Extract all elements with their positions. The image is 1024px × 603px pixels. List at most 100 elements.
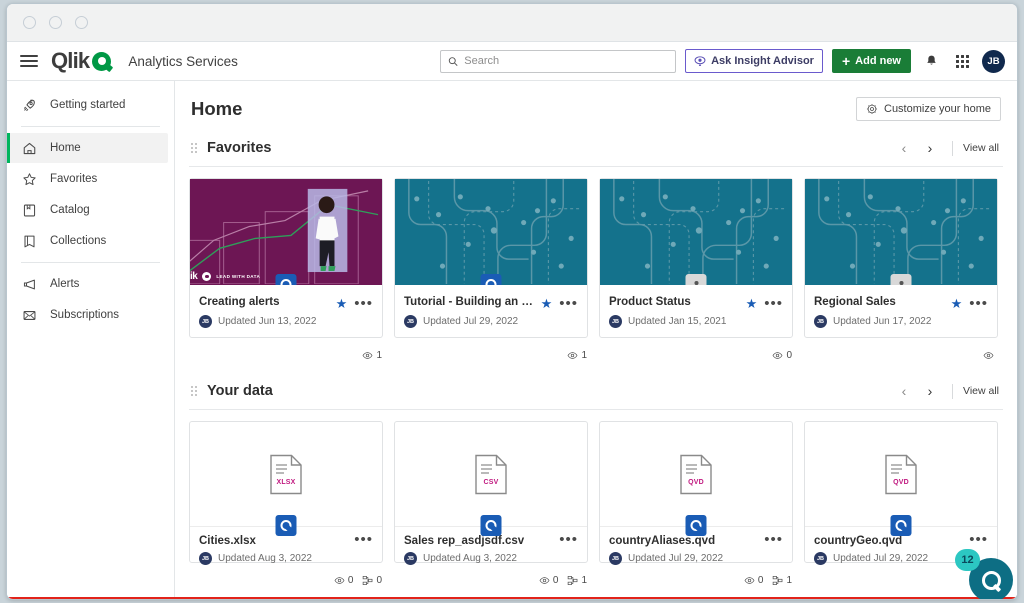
view-all-link[interactable]: View all — [963, 385, 1001, 397]
carousel-prev-button[interactable]: ‹ — [892, 137, 916, 159]
catalog-icon — [21, 202, 37, 218]
card-sales-rep-csv[interactable]: CSV Sales rep_asdjsdf.csv ••• JB Updated… — [394, 421, 588, 586]
sidebar-item-label: Alerts — [50, 278, 80, 290]
card-more-menu-button[interactable]: ••• — [559, 532, 578, 547]
customize-home-button[interactable]: Customize your home — [856, 97, 1001, 121]
card-footer-stats: 0 1 — [744, 575, 792, 586]
help-widget-button[interactable]: 12 — [955, 549, 1013, 599]
sidebar-item-collections[interactable]: Collections — [7, 226, 168, 256]
views-count: 0 — [757, 575, 764, 586]
bell-icon[interactable] — [920, 50, 942, 72]
page-header: Home Customize your home — [189, 81, 1003, 131]
sidebar-item-catalog[interactable]: Catalog — [7, 195, 168, 225]
owner-avatar: JB — [609, 315, 622, 328]
ask-insight-advisor-label: Ask Insight Advisor — [711, 55, 814, 67]
sidebar-item-favorites[interactable]: Favorites — [7, 164, 168, 194]
card-meta: Tutorial - Building an analytics … ★ •••… — [395, 285, 587, 337]
favorite-star-icon[interactable]: ★ — [746, 297, 758, 310]
eye-icon — [744, 577, 755, 584]
watermark-logo-text: ik — [190, 271, 198, 282]
add-new-label: Add new — [855, 55, 901, 67]
card-creating-alerts[interactable]: ik LEAD WITH DATA Creating alerts ★ ••• … — [189, 178, 383, 361]
card-more-menu-button[interactable]: ••• — [969, 532, 988, 547]
carousel-prev-button[interactable]: ‹ — [892, 380, 916, 402]
megaphone-icon — [21, 276, 37, 292]
window-maximize-button[interactable] — [75, 16, 88, 29]
card-regional-sales[interactable]: Regional Sales ★ ••• JB Updated Jun 17, … — [804, 178, 998, 359]
sidebar-item-label: Favorites — [50, 173, 98, 185]
section-controls: ‹ › View all — [892, 380, 1001, 402]
card-updated-date: Updated Jan 15, 2021 — [628, 316, 727, 327]
carousel-next-button[interactable]: › — [918, 137, 942, 159]
gear-icon — [866, 103, 878, 115]
favorite-star-icon[interactable]: ★ — [951, 297, 963, 310]
watermark-tagline: LEAD WITH DATA — [216, 274, 261, 279]
favorites-card-row: ik LEAD WITH DATA Creating alerts ★ ••• … — [189, 167, 1003, 361]
card-footer-stats: 1 — [567, 350, 587, 361]
qlik-app-icon — [280, 279, 292, 285]
card-cities-xlsx[interactable]: XLSX Cities.xlsx ••• JB Updated Aug 3, 2… — [189, 421, 383, 586]
card-more-menu-button[interactable]: ••• — [764, 532, 783, 547]
search-box[interactable] — [440, 49, 677, 73]
browser-titlebar — [7, 4, 1017, 42]
drag-handle-icon[interactable] — [191, 143, 197, 153]
views-stat: 0 — [539, 575, 558, 586]
qlik-mark-icon — [202, 272, 212, 281]
lineage-icon — [568, 576, 578, 585]
file-icon: XLSX — [269, 454, 303, 495]
card-more-menu-button[interactable]: ••• — [764, 296, 783, 311]
views-stat: 0 — [744, 575, 764, 586]
card-more-menu-button[interactable]: ••• — [969, 296, 988, 311]
window-minimize-button[interactable] — [49, 16, 62, 29]
card-meta: Regional Sales ★ ••• JB Updated Jun 17, … — [805, 285, 997, 337]
sidebar: Getting started Home Favorites Catalog C… — [7, 81, 175, 599]
card-updated-date: Updated Jun 17, 2022 — [833, 316, 932, 327]
shared-type-badge — [685, 274, 707, 285]
app-type-badge — [275, 274, 297, 285]
sidebar-item-subscriptions[interactable]: Subscriptions — [7, 300, 168, 330]
card-thumbnail — [395, 179, 587, 285]
file-thumbnail: QVD — [600, 422, 792, 536]
card-more-menu-button[interactable]: ••• — [354, 532, 373, 547]
app-header: Qlik Analytics Services Ask Insight Advi… — [7, 42, 1017, 81]
drag-handle-icon[interactable] — [191, 386, 197, 396]
card-more-menu-button[interactable]: ••• — [559, 296, 578, 311]
views-stat: 1 — [567, 350, 587, 361]
card-updated-date: Updated Jul 29, 2022 — [628, 553, 724, 564]
sidebar-item-getting-started[interactable]: Getting started — [7, 90, 168, 120]
card-actions: ••• — [764, 532, 783, 547]
search-input[interactable] — [464, 55, 669, 67]
section-title: Favorites — [207, 140, 272, 156]
app-grid-icon[interactable] — [951, 50, 973, 72]
file-thumbnail: XLSX — [190, 422, 382, 536]
card-title: countryAliases.qvd — [609, 535, 716, 547]
card-footer-stats: 1 — [362, 350, 382, 361]
sidebar-item-label: Subscriptions — [50, 309, 120, 321]
sidebar-item-alerts[interactable]: Alerts — [7, 269, 168, 299]
card-tutorial[interactable]: Tutorial - Building an analytics … ★ •••… — [394, 178, 588, 361]
card-title: Sales rep_asdjsdf.csv — [404, 535, 525, 547]
card-country-aliases-qvd[interactable]: QVD countryAliases.qvd ••• JB Updated Ju… — [599, 421, 793, 586]
favorite-star-icon[interactable]: ★ — [336, 297, 348, 310]
links-stat: 1 — [772, 575, 792, 586]
view-all-link[interactable]: View all — [963, 142, 1001, 154]
window-close-button[interactable] — [23, 16, 36, 29]
avatar[interactable]: JB — [982, 49, 1005, 73]
file-extension-label: XLSX — [276, 478, 296, 486]
ask-insight-advisor-button[interactable]: Ask Insight Advisor — [685, 49, 823, 73]
card-title: Product Status — [609, 296, 691, 308]
card-more-menu-button[interactable]: ••• — [354, 296, 373, 311]
file-extension-label: CSV — [483, 478, 499, 486]
qlik-logo[interactable]: Qlik — [51, 48, 112, 74]
sidebar-item-home[interactable]: Home — [7, 133, 168, 163]
views-count: 0 — [786, 350, 792, 361]
card-product-status[interactable]: Product Status ★ ••• JB Updated Jan 15, … — [599, 178, 793, 361]
favorite-star-icon[interactable]: ★ — [541, 297, 553, 310]
insight-advisor-icon — [694, 56, 706, 66]
card-country-geo-qvd[interactable]: QVD countryGeo.qvd ••• JB Updated Jul 29… — [804, 421, 998, 584]
add-new-button[interactable]: + Add new — [831, 49, 911, 73]
carousel-next-button[interactable]: › — [918, 380, 942, 402]
hamburger-icon[interactable] — [17, 49, 41, 73]
lineage-icon — [363, 576, 373, 585]
links-stat: 0 — [362, 575, 382, 586]
